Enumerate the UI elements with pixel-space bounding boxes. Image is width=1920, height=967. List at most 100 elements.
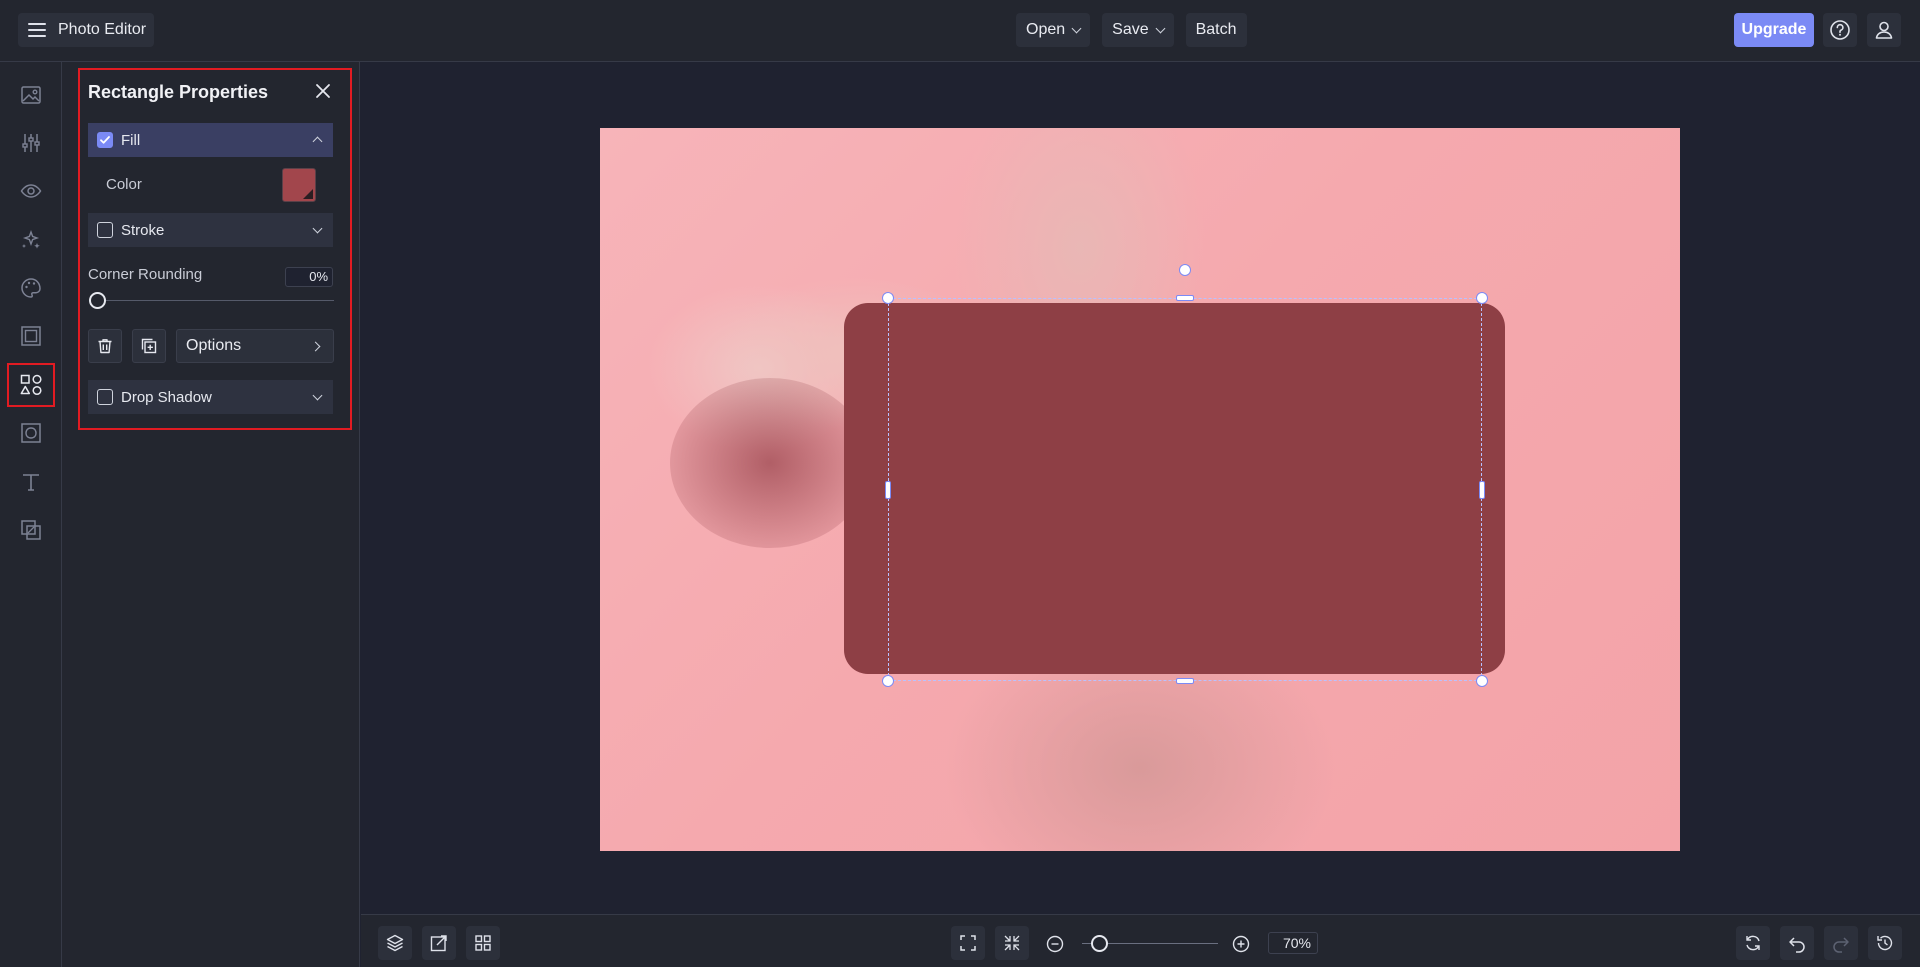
delete-button[interactable] — [88, 329, 122, 363]
stroke-section-header[interactable]: Stroke — [88, 213, 333, 247]
close-icon — [314, 82, 332, 100]
redo-icon — [1831, 933, 1851, 953]
resize-handle-top-left[interactable] — [882, 292, 894, 304]
chevron-right-icon — [311, 342, 321, 352]
resize-image-button[interactable] — [422, 926, 456, 960]
reset-button[interactable] — [1736, 926, 1770, 960]
top-bar — [0, 0, 1920, 62]
resize-handle-bottom-left[interactable] — [882, 675, 894, 687]
adjust-icon — [20, 132, 42, 154]
redo-button[interactable] — [1824, 926, 1858, 960]
resize-handle-top[interactable] — [1176, 295, 1194, 301]
crop-tool[interactable] — [14, 416, 48, 450]
check-icon — [99, 134, 111, 146]
photo-shadow-region — [670, 378, 870, 548]
corner-rounding-unit: % — [316, 269, 328, 284]
effects-tool[interactable] — [14, 223, 48, 257]
graphics-tool[interactable] — [7, 363, 55, 407]
crop-icon — [20, 422, 42, 444]
history-button[interactable] — [1868, 926, 1902, 960]
undo-button[interactable] — [1780, 926, 1814, 960]
options-button[interactable]: Options — [176, 329, 334, 363]
app-title: Photo Editor — [58, 21, 146, 39]
app-menu-button[interactable]: Photo Editor — [18, 13, 154, 47]
zoom-value: 70 — [1283, 935, 1299, 951]
expand-icon — [958, 933, 978, 953]
bottom-toolbar — [361, 914, 1920, 967]
fit-to-screen-button[interactable] — [951, 926, 985, 960]
layers-button[interactable] — [378, 926, 412, 960]
options-label: Options — [186, 337, 241, 355]
shrink-icon — [1002, 933, 1022, 953]
resize-handle-right[interactable] — [1479, 481, 1485, 499]
grid-button[interactable] — [466, 926, 500, 960]
file-menu: Open Save Batch — [1016, 13, 1247, 47]
corner-rounding-slider[interactable] — [89, 292, 106, 309]
history-icon — [1875, 933, 1895, 953]
fill-color-swatch[interactable] — [282, 168, 316, 202]
zoom-out-icon — [1046, 935, 1064, 953]
resize-handle-top-right[interactable] — [1476, 292, 1488, 304]
corner-rounding-input[interactable]: 0% — [285, 267, 333, 287]
chevron-down-icon — [1155, 23, 1165, 33]
image-tool[interactable] — [14, 78, 48, 112]
zoom-input[interactable]: 70% — [1268, 932, 1318, 954]
rotate-handle[interactable] — [1179, 264, 1191, 276]
artsy-tool[interactable] — [14, 271, 48, 305]
resize-handle-bottom[interactable] — [1176, 678, 1194, 684]
duplicate-button[interactable] — [132, 329, 166, 363]
upgrade-button[interactable]: Upgrade — [1734, 13, 1814, 47]
overlay-tool[interactable] — [14, 513, 48, 547]
panel-title: Rectangle Properties — [88, 82, 268, 103]
text-tool[interactable] — [14, 465, 48, 499]
save-button[interactable]: Save — [1102, 13, 1173, 47]
chevron-down-icon — [1072, 23, 1082, 33]
zoom-out-button[interactable] — [1046, 935, 1064, 953]
account-button[interactable] — [1867, 13, 1901, 47]
grid-icon — [473, 933, 493, 953]
duplicate-icon — [140, 337, 158, 355]
eye-icon — [20, 180, 42, 202]
fill-checkbox[interactable] — [97, 132, 113, 148]
zoom-slider[interactable] — [1091, 935, 1108, 952]
close-button[interactable] — [314, 82, 332, 100]
open-label: Open — [1026, 21, 1065, 39]
view-tool[interactable] — [14, 174, 48, 208]
resize-handle-bottom-right[interactable] — [1476, 675, 1488, 687]
refresh-icon — [1743, 933, 1763, 953]
user-icon — [1873, 19, 1895, 41]
color-label: Color — [106, 176, 142, 193]
drop-shadow-checkbox[interactable] — [97, 389, 113, 405]
zoom-unit: % — [1299, 935, 1311, 951]
corner-rounding-track[interactable] — [98, 300, 334, 301]
resize-handle-left[interactable] — [885, 481, 891, 499]
chevron-up-icon — [313, 137, 323, 147]
save-label: Save — [1112, 21, 1148, 39]
frame-icon — [20, 325, 42, 347]
chevron-down-icon — [313, 224, 323, 234]
stroke-label: Stroke — [121, 222, 164, 239]
undo-icon — [1787, 933, 1807, 953]
selection-box[interactable] — [888, 298, 1482, 681]
drop-shadow-section-header[interactable]: Drop Shadow — [88, 380, 333, 414]
help-button[interactable] — [1823, 13, 1857, 47]
zoom-in-button[interactable] — [1232, 935, 1250, 953]
overlay-icon — [20, 519, 42, 541]
stroke-checkbox[interactable] — [97, 222, 113, 238]
drop-shadow-label: Drop Shadow — [121, 389, 212, 406]
trash-icon — [96, 337, 114, 355]
help-icon — [1829, 19, 1851, 41]
fill-label: Fill — [121, 132, 140, 149]
batch-button[interactable]: Batch — [1186, 13, 1247, 47]
batch-label: Batch — [1196, 21, 1237, 39]
magic-icon — [20, 229, 42, 251]
open-button[interactable]: Open — [1016, 13, 1090, 47]
actual-size-button[interactable] — [995, 926, 1029, 960]
adjust-tool[interactable] — [14, 126, 48, 160]
frames-tool[interactable] — [14, 319, 48, 353]
text-icon — [20, 471, 42, 493]
zoom-in-icon — [1232, 935, 1250, 953]
image-icon — [20, 84, 42, 106]
resize-icon — [429, 933, 449, 953]
fill-section-header[interactable]: Fill — [88, 123, 333, 157]
